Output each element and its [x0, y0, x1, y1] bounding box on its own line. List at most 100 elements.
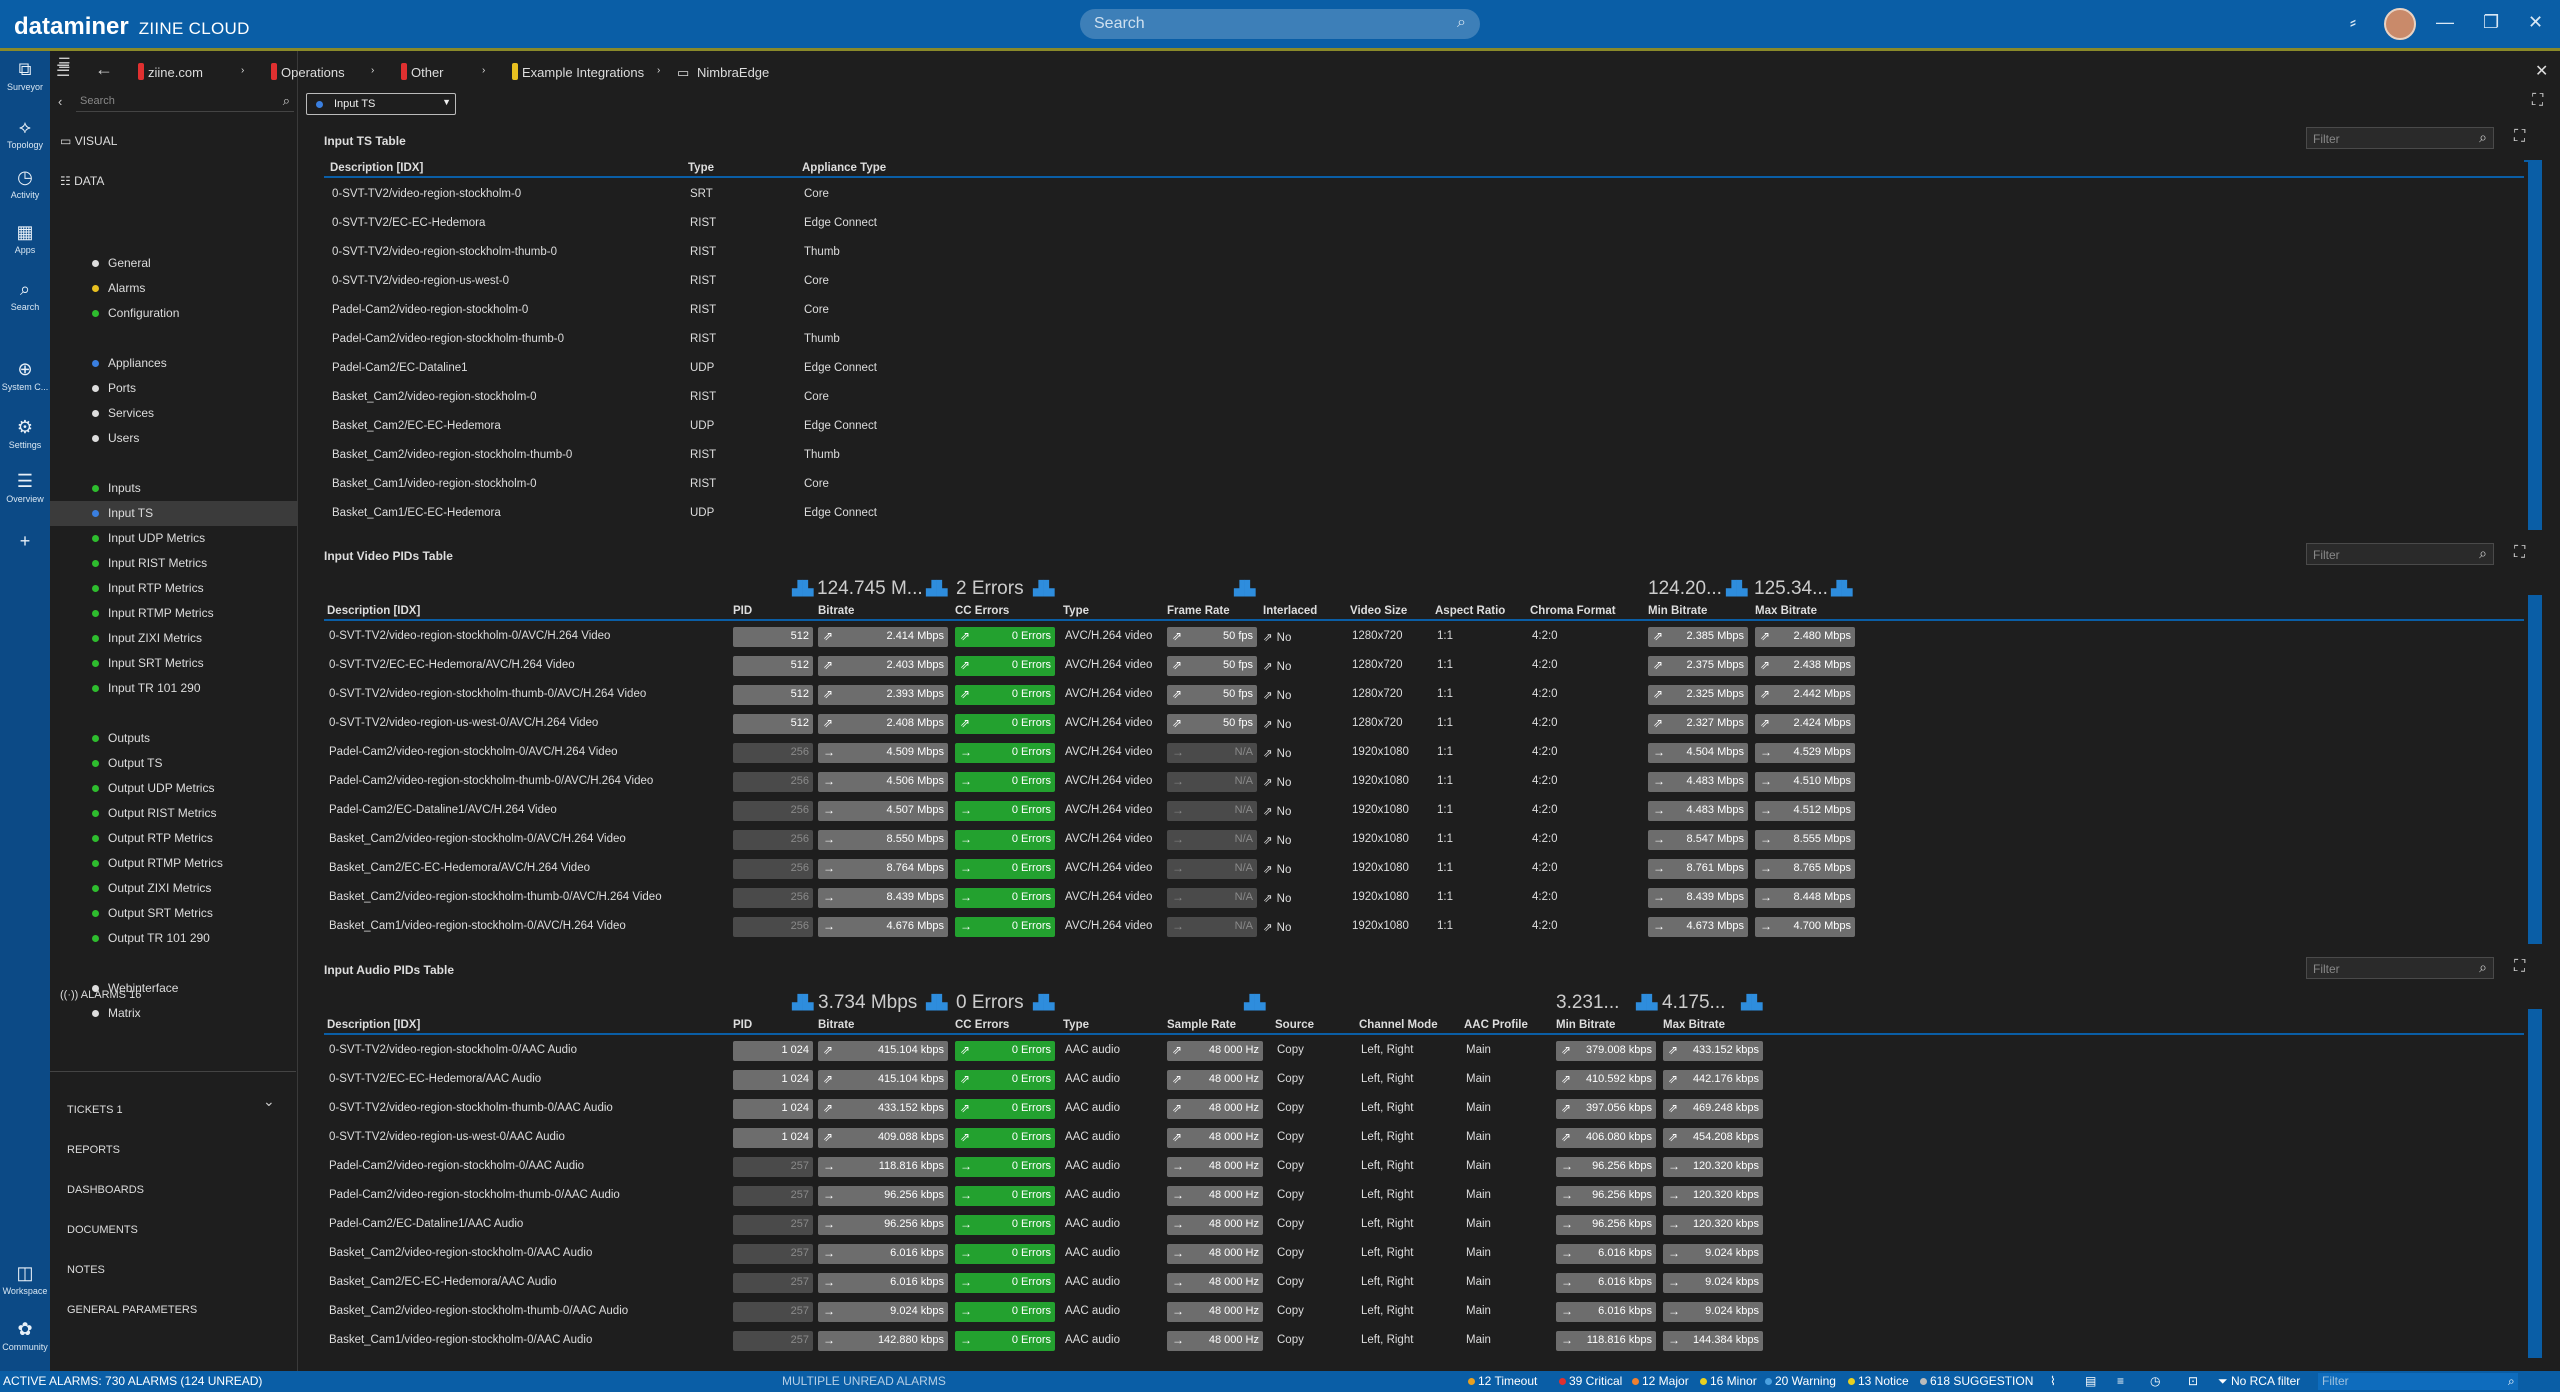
sort-icon[interactable]: ≡ — [2117, 1374, 2124, 1388]
table-row[interactable] — [324, 740, 2524, 766]
nav-item-output-zixi-metrics[interactable]: Output ZIXI Metrics — [50, 876, 298, 901]
nav-item-users[interactable]: Users — [50, 426, 298, 451]
column-header[interactable]: Type — [1063, 605, 1089, 617]
bar-chart-icon[interactable]: ▟▙ — [792, 580, 814, 597]
alarm-count[interactable]: 12 Timeout — [1468, 1374, 1537, 1388]
leftbar-item-1[interactable]: ⟡ Topology — [0, 117, 50, 150]
nav-item-general[interactable]: General — [50, 251, 298, 276]
bar-chart-icon[interactable]: ▟▙ — [1636, 994, 1658, 1011]
column-header[interactable]: Type — [1063, 1019, 1089, 1031]
column-header[interactable]: Frame Rate — [1167, 605, 1230, 617]
table-row[interactable] — [324, 472, 2524, 498]
nav-item-output-rtp-metrics[interactable]: Output RTP Metrics — [50, 826, 298, 851]
nav-item-output-rtmp-metrics[interactable]: Output RTMP Metrics — [50, 851, 298, 876]
table-row[interactable] — [324, 1125, 2524, 1151]
search-icon[interactable]: ⌕ — [2479, 545, 2487, 562]
table-row[interactable] — [324, 798, 2524, 824]
column-header[interactable]: Interlaced — [1263, 605, 1317, 617]
bar-chart-icon[interactable]: ▟▙ — [1726, 580, 1748, 597]
clock-icon[interactable]: ◷ — [2150, 1374, 2160, 1388]
table-row[interactable] — [324, 711, 2524, 737]
column-header[interactable]: Max Bitrate — [1663, 1019, 1725, 1031]
bar-chart-icon[interactable]: ▟▙ — [1831, 580, 1853, 597]
active-alarms-text[interactable]: ACTIVE ALARMS: 730 ALARMS (124 UNREAD) — [3, 1374, 262, 1388]
nav-bottom-item[interactable]: DASHBOARDS — [67, 1184, 144, 1196]
bar-chart-icon[interactable]: ▟▙ — [1244, 994, 1266, 1011]
leftbar-item-10[interactable]: ✿ Community — [0, 1319, 50, 1352]
nav-item-inputs[interactable]: Inputs — [50, 476, 298, 501]
bar-chart-icon[interactable]: ▟▙ — [1033, 580, 1055, 597]
table-row[interactable] — [324, 385, 2524, 411]
nav-visual[interactable]: ▭ VISUAL — [60, 134, 117, 148]
leftbar-item-0[interactable]: ⧉ Surveyor — [0, 59, 50, 92]
bar-chart-icon[interactable]: ▟▙ — [792, 994, 814, 1011]
nav-item-output-udp-metrics[interactable]: Output UDP Metrics — [50, 776, 298, 801]
table-row[interactable] — [324, 211, 2524, 237]
alarm-count[interactable]: 20 Warning — [1765, 1374, 1836, 1388]
column-header[interactable]: Max Bitrate — [1755, 605, 1817, 617]
nav-item-input-srt-metrics[interactable]: Input SRT Metrics — [50, 651, 298, 676]
hamburger-icon[interactable]: ☰ — [56, 61, 70, 81]
leftbar-item-6[interactable]: ⚙ Settings — [0, 417, 50, 450]
nav-item-configuration[interactable]: Configuration — [50, 301, 298, 326]
status-filter-input[interactable]: Filter — [2318, 1373, 2518, 1390]
table-row[interactable] — [324, 1038, 2524, 1064]
search-icon[interactable]: ⌕ — [2479, 129, 2487, 146]
close-page-icon[interactable]: ✕ — [2535, 61, 2548, 81]
restore-icon[interactable]: ❐ — [2483, 12, 2499, 33]
page-selector[interactable]: Input TS ▼ — [306, 93, 456, 115]
leftbar-item-5[interactable]: ⊕ System C... — [0, 359, 50, 392]
column-header[interactable]: Aspect Ratio — [1435, 605, 1505, 617]
nav-item-appliances[interactable]: Appliances — [50, 351, 298, 376]
expand-icon[interactable]: ⛶ — [2514, 958, 2525, 976]
avatar[interactable] — [2384, 8, 2416, 40]
expand-icon[interactable]: ⛶ — [2532, 92, 2543, 110]
table-row[interactable] — [324, 769, 2524, 795]
close-window-icon[interactable]: ✕ — [2528, 12, 2543, 33]
table-row[interactable] — [324, 653, 2524, 679]
focus-icon[interactable]: ⊡ — [2188, 1374, 2198, 1388]
column-header[interactable]: Min Bitrate — [1556, 1019, 1615, 1031]
nav-item-output-ts[interactable]: Output TS — [50, 751, 298, 776]
breadcrumb-item[interactable]: Example Integrations — [522, 65, 644, 80]
table-row[interactable] — [324, 827, 2524, 853]
table-row[interactable] — [324, 914, 2524, 940]
nav-item-input-zixi-metrics[interactable]: Input ZIXI Metrics — [50, 626, 298, 651]
column-header[interactable]: Bitrate — [818, 605, 854, 617]
column-header[interactable]: CC Errors — [955, 605, 1009, 617]
leftbar-item-4[interactable]: ⌕ Search — [0, 279, 50, 312]
search-icon[interactable]: ⌕ — [283, 93, 290, 109]
table-row[interactable] — [324, 501, 2524, 527]
column-header[interactable]: CC Errors — [955, 1019, 1009, 1031]
expand-icon[interactable]: ⛶ — [2514, 544, 2525, 562]
table-row[interactable] — [324, 327, 2524, 353]
breadcrumb-item[interactable]: NimbraEdge — [697, 65, 769, 80]
table-row[interactable] — [324, 1212, 2524, 1238]
nav-item-input-rtp-metrics[interactable]: Input RTP Metrics — [50, 576, 298, 601]
column-header[interactable]: Description [IDX] — [327, 1019, 420, 1031]
leftbar-item-7[interactable]: ☰ Overview — [0, 471, 50, 504]
nav-alarms[interactable]: ((·)) ALARMS 16 — [60, 989, 141, 1001]
table-row[interactable] — [324, 1328, 2524, 1354]
column-header[interactable]: Description [IDX] — [327, 605, 420, 617]
column-header[interactable]: Description [IDX] — [330, 162, 423, 174]
list-view-icon[interactable]: ▤ — [2085, 1374, 2096, 1388]
breadcrumb-item[interactable]: ziine.com — [148, 65, 203, 80]
table-row[interactable] — [324, 1270, 2524, 1296]
column-header[interactable]: Sample Rate — [1167, 1019, 1236, 1031]
leftbar-item-3[interactable]: ▦ Apps — [0, 222, 50, 255]
table-row[interactable] — [324, 624, 2524, 650]
alarm-count[interactable]: 13 Notice — [1848, 1374, 1909, 1388]
nav-item-matrix[interactable]: Matrix — [50, 1001, 298, 1026]
nav-item-output-tr-101-290[interactable]: Output TR 101 290 — [50, 926, 298, 951]
table-row[interactable] — [324, 1067, 2524, 1093]
column-header[interactable]: Min Bitrate — [1648, 605, 1707, 617]
table-row[interactable] — [324, 414, 2524, 440]
table-row[interactable] — [324, 269, 2524, 295]
breadcrumb-item[interactable]: Other — [411, 65, 444, 80]
minimize-icon[interactable]: — — [2436, 12, 2454, 33]
column-header[interactable]: Appliance Type — [802, 162, 886, 174]
nav-item-outputs[interactable]: Outputs — [50, 726, 298, 751]
alarm-count[interactable]: 16 Minor — [1700, 1374, 1757, 1388]
table-row[interactable] — [324, 182, 2524, 208]
